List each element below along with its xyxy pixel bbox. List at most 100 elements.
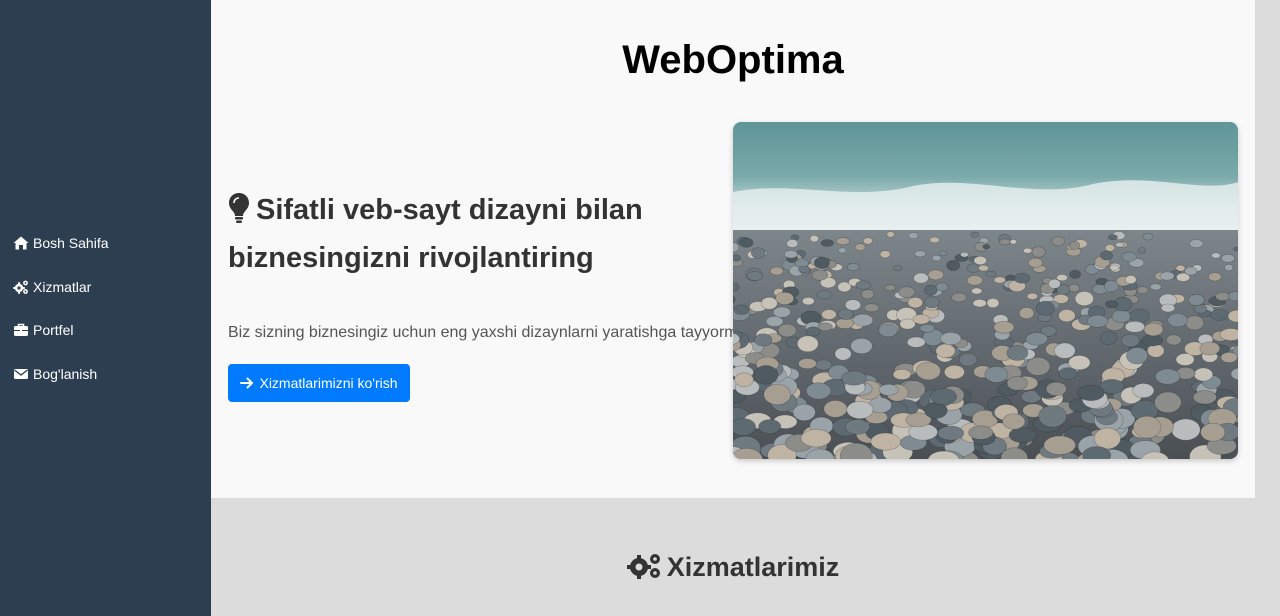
sidebar-item-portfolio[interactable]: Portfel	[13, 319, 109, 341]
home-icon	[13, 236, 29, 250]
pebble	[836, 237, 850, 246]
scrollbar-gutter	[1255, 0, 1280, 616]
pebble	[886, 231, 895, 238]
pebble	[1233, 246, 1238, 252]
pebble	[1069, 269, 1081, 279]
pebble	[834, 347, 852, 361]
pebble	[1200, 422, 1226, 442]
sidebar-item-label: Xizmatlar	[33, 278, 92, 295]
lightbulb-icon	[229, 193, 249, 223]
pebble	[800, 428, 832, 448]
pebble	[972, 299, 987, 308]
pebble	[1137, 247, 1147, 254]
pebble	[1006, 345, 1029, 361]
pebble	[1224, 263, 1234, 272]
view-services-button[interactable]: Xizmatlarimizni ko'rish	[228, 364, 410, 402]
pebble	[982, 244, 990, 249]
sidebar-nav: Bosh Sahifa Xizmatlar Portfel Bog'lanish	[13, 232, 109, 406]
pebble	[1184, 266, 1198, 276]
pebble	[923, 284, 938, 296]
pebble	[850, 338, 873, 355]
pebble	[769, 266, 784, 276]
pebble	[862, 237, 873, 245]
pebble	[1009, 239, 1017, 245]
pebble	[1087, 314, 1109, 328]
pebble	[733, 418, 756, 436]
pebble	[1165, 334, 1182, 346]
pebble	[907, 297, 924, 309]
pebble	[1220, 351, 1238, 363]
pebble	[798, 265, 810, 273]
pebble	[733, 254, 741, 262]
pebble	[993, 320, 1015, 334]
briefcase-icon	[14, 323, 28, 336]
pebble	[879, 250, 891, 259]
sidebar-item-services[interactable]: Xizmatlar	[13, 276, 109, 298]
pebble	[878, 323, 898, 338]
pebble	[751, 247, 766, 259]
pebble	[1043, 435, 1076, 455]
pebble	[924, 296, 940, 309]
pebble	[820, 239, 834, 247]
pebble	[854, 243, 866, 251]
pebble	[1211, 252, 1221, 259]
pebble	[1124, 321, 1146, 333]
pebble	[870, 432, 901, 451]
pebble	[1208, 272, 1222, 282]
pebble	[929, 236, 940, 244]
cogs-icon	[626, 554, 660, 579]
pebble	[1149, 283, 1162, 291]
sidebar-item-label: Portfel	[33, 322, 74, 338]
pebble	[1100, 250, 1113, 261]
pebble	[1068, 355, 1091, 371]
pebble	[1028, 257, 1043, 268]
pebble	[937, 425, 965, 441]
pebble	[1104, 244, 1116, 252]
pebble	[1167, 312, 1188, 328]
pebble	[1048, 278, 1061, 289]
pebble	[1126, 347, 1149, 365]
pebble	[1014, 272, 1031, 284]
pebble	[915, 361, 941, 381]
pebble	[1221, 254, 1235, 263]
pebble	[1132, 383, 1155, 399]
hero-description: Biz sizning biznesingiz uchun eng yaxshi…	[228, 324, 754, 341]
pebble	[1209, 309, 1230, 321]
pebble	[999, 238, 1011, 246]
pebble	[1159, 271, 1175, 281]
pebble	[846, 400, 874, 419]
pebble	[855, 280, 872, 290]
sidebar-item-contact[interactable]: Bog'lanish	[13, 363, 109, 385]
pebble	[739, 237, 754, 248]
pebble	[951, 292, 967, 303]
pebble	[1074, 291, 1094, 306]
pebble	[811, 269, 828, 281]
pebble	[971, 287, 983, 295]
pebble	[908, 232, 919, 240]
pebble	[802, 297, 815, 306]
pebble	[746, 271, 763, 281]
pebble	[813, 256, 830, 269]
sidebar-item-home[interactable]: Bosh Sahifa	[13, 232, 109, 254]
pebble	[1121, 333, 1140, 348]
pebble	[1115, 242, 1124, 248]
pebble	[985, 270, 997, 278]
pebble	[1107, 234, 1118, 241]
pebble	[931, 254, 942, 262]
pebble	[765, 315, 784, 327]
pebble	[912, 314, 931, 325]
pebble	[1018, 307, 1035, 319]
pebble	[1025, 356, 1051, 376]
pebble	[1136, 286, 1149, 294]
pebble	[786, 239, 799, 248]
pebble	[838, 247, 847, 254]
pebble-beach-photo	[733, 122, 1238, 459]
pebble	[1099, 330, 1118, 345]
pebble	[1077, 384, 1105, 401]
pebble	[1068, 284, 1080, 293]
pebble	[1051, 236, 1065, 246]
pebble	[1025, 332, 1048, 346]
pebble	[906, 336, 926, 348]
pebble	[798, 358, 817, 369]
pebble	[1022, 247, 1033, 254]
